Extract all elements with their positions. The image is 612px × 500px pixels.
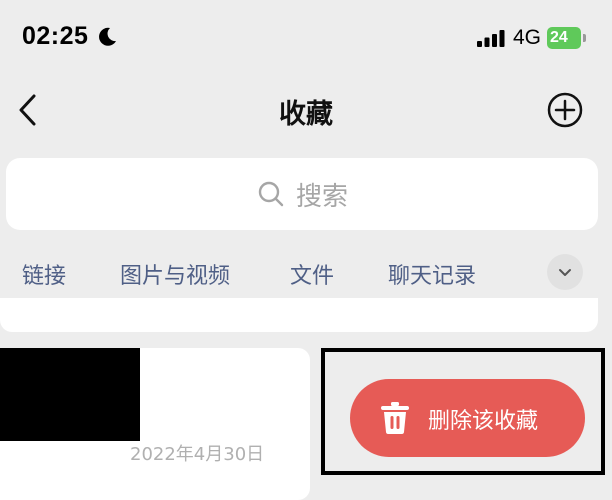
chevron-down-icon (559, 269, 571, 276)
favorite-item[interactable]: 2022年4月30日 (0, 348, 310, 500)
search-content: 搜索 (6, 158, 598, 230)
tab-chat-history[interactable]: 聊天记录 (388, 258, 476, 290)
network-type-label: 4G (513, 26, 542, 49)
search-icon (258, 181, 284, 207)
status-time: 02:25 (22, 22, 89, 50)
previous-favorite-item[interactable] (0, 298, 598, 332)
signal-strength-icon (477, 30, 505, 47)
battery-cap (583, 34, 586, 42)
item-date: 2022年4月30日 (130, 444, 265, 465)
battery-icon: 24 (547, 27, 587, 49)
tab-photos-videos[interactable]: 图片与视频 (120, 258, 230, 290)
battery-level: 24 (547, 27, 581, 49)
add-circle-icon[interactable] (545, 90, 585, 130)
search-input[interactable]: 搜索 (6, 158, 598, 230)
delete-favorite-button[interactable]: 删除该收藏 (350, 379, 585, 457)
moon-icon (99, 27, 116, 46)
page-title: 收藏 (279, 99, 333, 130)
delete-button-label: 删除该收藏 (428, 409, 539, 434)
category-tabs: 链接 图片与视频 文件 聊天记录 (0, 248, 612, 298)
nav-bar: 收藏 (0, 76, 612, 146)
expand-tabs-button[interactable] (547, 254, 583, 290)
tab-files[interactable]: 文件 (290, 258, 334, 290)
tab-links[interactable]: 链接 (22, 258, 66, 290)
item-thumbnail (0, 348, 140, 441)
trash-icon (381, 402, 409, 434)
search-placeholder: 搜索 (295, 181, 348, 212)
status-bar: 02:25 4G 24 (0, 0, 612, 76)
